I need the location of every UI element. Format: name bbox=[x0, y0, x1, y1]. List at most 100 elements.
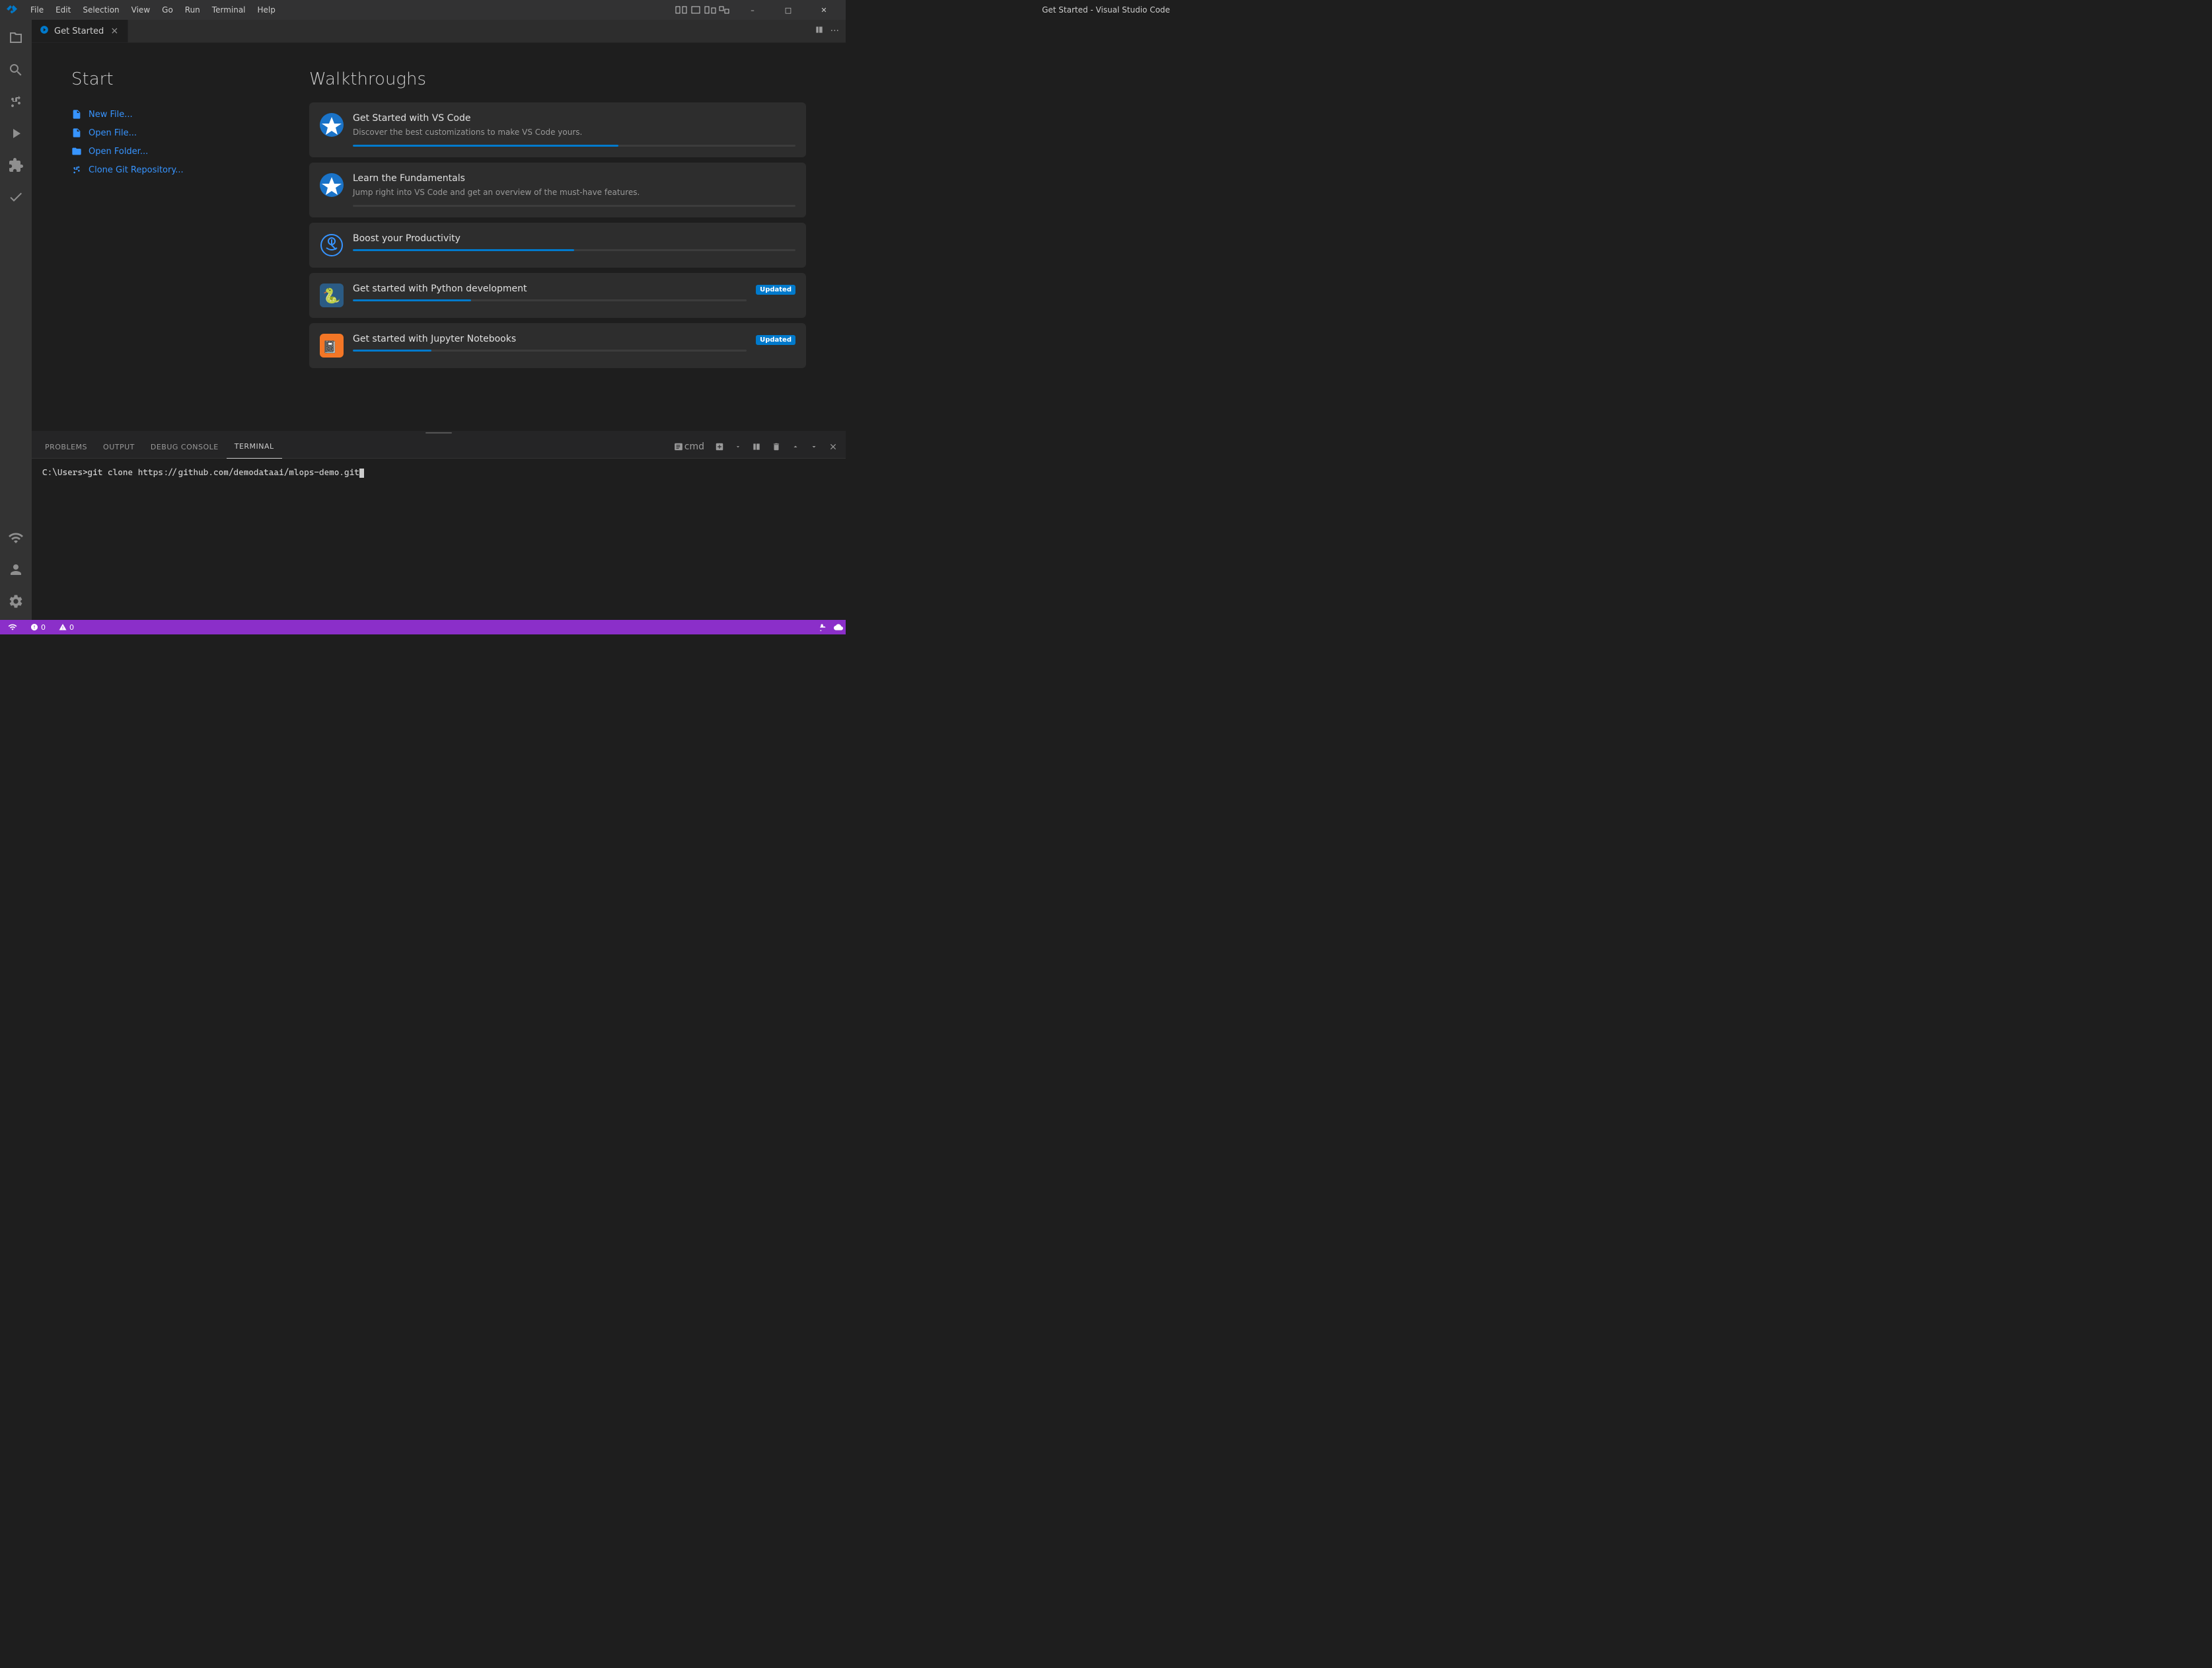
open-folder-label: Open Folder... bbox=[89, 147, 148, 157]
walkthrough-card-jupyter[interactable]: 📓 Get started with Jupyter Notebooks Upd… bbox=[309, 323, 806, 368]
window-controls: – □ ✕ bbox=[675, 0, 839, 20]
close-panel-button[interactable] bbox=[826, 441, 840, 453]
walkthrough-vscode-text: Get Started with VS Code Discover the be… bbox=[353, 113, 795, 147]
panel-tab-output[interactable]: OUTPUT bbox=[95, 436, 143, 459]
activity-item-extensions[interactable] bbox=[0, 149, 32, 181]
status-warnings[interactable]: 0 bbox=[56, 620, 77, 634]
menu-view[interactable]: View bbox=[126, 4, 155, 16]
jupyter-updated-badge: Updated bbox=[756, 335, 795, 345]
editor-content: Start New File... Open File... bbox=[32, 43, 846, 620]
minimize-button[interactable]: – bbox=[737, 0, 768, 20]
terminal-cursor bbox=[359, 469, 364, 478]
get-started-page: Start New File... Open File... bbox=[32, 43, 846, 431]
panel-tab-problems[interactable]: PROBLEMS bbox=[37, 436, 95, 459]
vscode-logo-icon bbox=[7, 3, 17, 17]
clone-git-icon bbox=[71, 165, 82, 175]
tab-bar: Get Started × ··· bbox=[32, 20, 846, 43]
walkthrough-card-python[interactable]: 🐍 Get started with Python development Up… bbox=[309, 273, 806, 318]
terminal-text: C:\Users>git clone https://github.com/de… bbox=[42, 468, 359, 478]
more-actions-button[interactable]: ··· bbox=[829, 24, 840, 38]
kill-terminal-button[interactable] bbox=[769, 441, 784, 453]
walkthrough-jupyter-progress bbox=[353, 350, 747, 352]
walkthrough-python-progress bbox=[353, 299, 747, 301]
editor-area: Get Started × ··· Start bbox=[32, 20, 846, 620]
new-file-icon bbox=[71, 109, 82, 120]
walkthrough-python-progress-bar bbox=[353, 299, 471, 301]
activity-item-settings[interactable] bbox=[0, 586, 32, 617]
menu-terminal[interactable]: Terminal bbox=[207, 4, 251, 16]
tab-get-started[interactable]: Get Started × bbox=[32, 20, 128, 42]
scroll-down-button[interactable] bbox=[807, 441, 821, 452]
svg-text:🐍: 🐍 bbox=[322, 287, 340, 305]
walkthrough-jupyter-title: Get started with Jupyter Notebooks bbox=[353, 334, 747, 344]
new-file-label: New File... bbox=[89, 110, 133, 120]
activity-item-run-debug[interactable] bbox=[0, 118, 32, 149]
new-file-item[interactable]: New File... bbox=[71, 105, 270, 124]
walkthrough-card-vscode[interactable]: Get Started with VS Code Discover the be… bbox=[309, 102, 806, 157]
menu-file[interactable]: File bbox=[25, 4, 49, 16]
panel-tab-debug-console[interactable]: DEBUG CONSOLE bbox=[143, 436, 227, 459]
status-remote-button[interactable] bbox=[5, 620, 20, 634]
start-section: Start New File... Open File... bbox=[71, 69, 270, 404]
split-terminal-button[interactable] bbox=[749, 441, 764, 453]
walkthrough-card-fundamentals[interactable]: Learn the Fundamentals Jump right into V… bbox=[309, 163, 806, 217]
activity-item-search[interactable] bbox=[0, 54, 32, 86]
panel-tab-terminal[interactable]: TERMINAL bbox=[227, 436, 282, 459]
svg-text:📓: 📓 bbox=[322, 340, 337, 354]
split-editor-button[interactable] bbox=[813, 24, 825, 38]
clone-git-label: Clone Git Repository... bbox=[89, 165, 184, 175]
walkthrough-productivity-text: Boost your Productivity bbox=[353, 233, 795, 251]
open-file-label: Open File... bbox=[89, 128, 137, 138]
tab-actions: ··· bbox=[808, 20, 846, 42]
main-content: Start New File... Open File... bbox=[32, 43, 846, 431]
walkthrough-card-productivity[interactable]: Boost your Productivity bbox=[309, 223, 806, 268]
walkthroughs-section: Walkthroughs Get Started with VS Code bbox=[309, 69, 806, 404]
tab-close-button[interactable]: × bbox=[109, 26, 120, 36]
activity-bar bbox=[0, 20, 32, 620]
open-folder-icon bbox=[71, 146, 82, 157]
walkthrough-vscode-title: Get Started with VS Code bbox=[353, 113, 795, 124]
menu-help[interactable]: Help bbox=[252, 4, 281, 16]
walkthrough-jupyter-text: Get started with Jupyter Notebooks bbox=[353, 334, 747, 352]
terminal-content[interactable]: C:\Users>git clone https://github.com/de… bbox=[32, 459, 846, 620]
activity-item-explorer[interactable] bbox=[0, 22, 32, 54]
walkthrough-fundamentals-icon bbox=[320, 173, 344, 197]
close-button[interactable]: ✕ bbox=[809, 0, 839, 20]
walkthrough-jupyter-progress-bar bbox=[353, 350, 431, 352]
walkthrough-productivity-title: Boost your Productivity bbox=[353, 233, 795, 244]
walkthrough-fundamentals-progress bbox=[353, 205, 795, 207]
menu-run[interactable]: Run bbox=[180, 4, 205, 16]
walkthrough-python-icon: 🐍 bbox=[320, 284, 344, 307]
open-file-item[interactable]: Open File... bbox=[71, 124, 270, 142]
menu-edit[interactable]: Edit bbox=[50, 4, 76, 16]
menu-selection[interactable]: Selection bbox=[77, 4, 124, 16]
panel-actions: cmd bbox=[671, 440, 840, 453]
clone-git-item[interactable]: Clone Git Repository... bbox=[71, 161, 270, 179]
walkthrough-productivity-progress bbox=[353, 249, 795, 251]
app-body: Get Started × ··· Start bbox=[0, 20, 846, 620]
panel-resizer-handle bbox=[425, 432, 452, 434]
activity-item-source-control[interactable] bbox=[0, 86, 32, 118]
walkthrough-python-title: Get started with Python development bbox=[353, 284, 747, 294]
status-errors[interactable]: 0 bbox=[28, 620, 48, 634]
activity-item-testing[interactable] bbox=[0, 181, 32, 213]
scroll-up-button[interactable] bbox=[789, 441, 802, 452]
menu-go[interactable]: Go bbox=[157, 4, 178, 16]
walkthrough-vscode-icon bbox=[320, 113, 344, 137]
maximize-button[interactable]: □ bbox=[773, 0, 803, 20]
walkthrough-fundamentals-title: Learn the Fundamentals bbox=[353, 173, 795, 184]
python-updated-badge: Updated bbox=[756, 285, 795, 295]
status-cloud[interactable] bbox=[831, 620, 846, 634]
open-folder-item[interactable]: Open Folder... bbox=[71, 142, 270, 161]
open-file-icon bbox=[71, 128, 82, 138]
walkthroughs-title: Walkthroughs bbox=[309, 69, 806, 89]
activity-item-remote-explorer[interactable] bbox=[0, 522, 32, 554]
walkthrough-productivity-icon bbox=[320, 233, 344, 257]
terminal-chevron-button[interactable] bbox=[732, 442, 744, 451]
new-terminal-button[interactable] bbox=[712, 441, 727, 453]
status-notifications[interactable] bbox=[817, 620, 831, 634]
walkthrough-fundamentals-text: Learn the Fundamentals Jump right into V… bbox=[353, 173, 795, 207]
walkthrough-vscode-desc: Discover the best customizations to make… bbox=[353, 126, 795, 138]
activity-item-account[interactable] bbox=[0, 554, 32, 586]
titlebar-menu: File Edit Selection View Go Run Terminal… bbox=[25, 4, 281, 16]
